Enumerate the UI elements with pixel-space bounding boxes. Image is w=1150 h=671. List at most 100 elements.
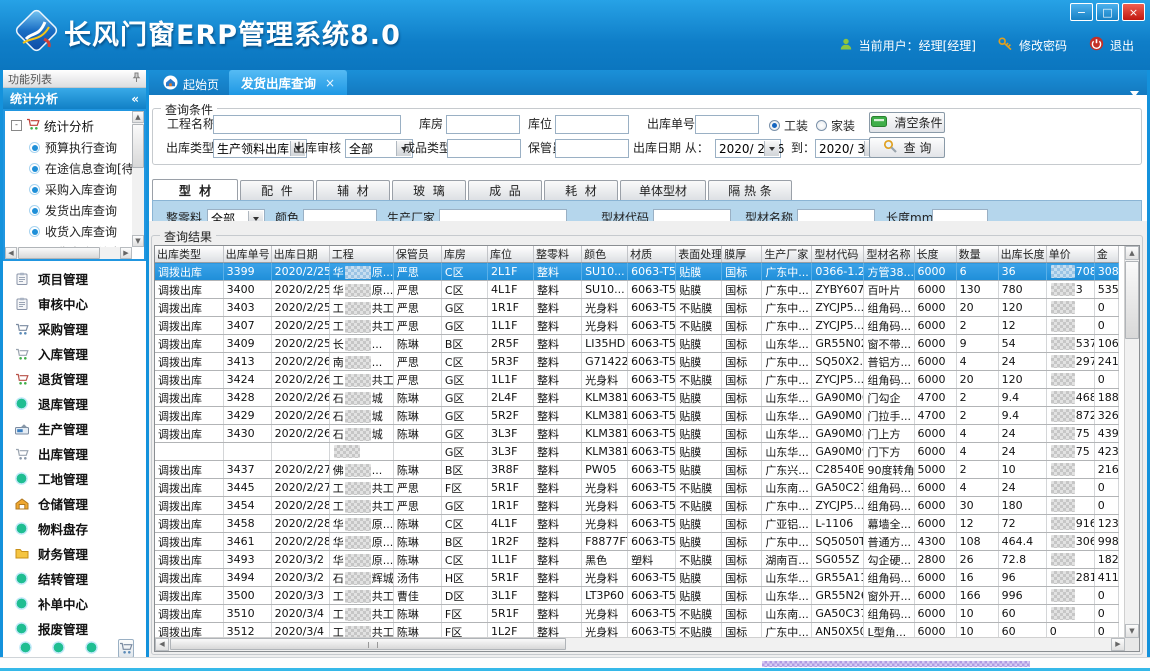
column-header[interactable]: 数量 bbox=[956, 246, 998, 263]
column-header[interactable]: 颜色 bbox=[582, 246, 628, 263]
tree-item[interactable]: 在途信息查询[待 bbox=[5, 158, 144, 179]
table-row[interactable]: 调拨出库34132020/2/26南...严思C区5R3F整料G71422606… bbox=[155, 353, 1119, 371]
clear-conditions-button[interactable]: 清空条件 bbox=[869, 112, 945, 133]
material-tab[interactable]: 成 品 bbox=[468, 180, 542, 200]
scroll-thumb[interactable] bbox=[132, 124, 144, 168]
table-row[interactable]: 调拨出库34932020/3/2华原...陈琳C区1L1F整料黑色塑料不贴膜国标… bbox=[155, 551, 1119, 569]
table-row[interactable]: 调拨出库34032020/2/25工共工程严思G区1R1F整料光身料6063-T… bbox=[155, 299, 1119, 317]
material-tab[interactable]: 隔 热 条 bbox=[708, 180, 792, 200]
module-item[interactable]: 报废管理 bbox=[3, 616, 146, 641]
table-row[interactable]: 调拨出库35102020/3/4工共工程陈琳F区5R1F整料光身料6063-T5… bbox=[155, 605, 1119, 623]
scroll-left-icon[interactable]: ◀ bbox=[155, 638, 169, 651]
table-row[interactable]: 调拨出库33992020/2/25华原...严思C区2L1F整料SU10...6… bbox=[155, 263, 1119, 281]
table-row[interactable]: 调拨出库34612020/2/28华原...陈琳B区1R2F整料F8877FT6… bbox=[155, 533, 1119, 551]
module-item[interactable]: 入库管理 bbox=[3, 341, 146, 366]
table-row[interactable]: 调拨出库34242020/2/26工共工程严思G区1L1F整料光身料6063-T… bbox=[155, 371, 1119, 389]
order-no-input[interactable] bbox=[695, 115, 759, 134]
product-type-input[interactable] bbox=[447, 139, 521, 158]
scroll-thumb[interactable] bbox=[1125, 261, 1139, 339]
column-header[interactable]: 出库长度 bbox=[998, 246, 1046, 263]
column-header[interactable]: 出库类型 bbox=[155, 246, 223, 263]
tab-close-icon[interactable]: × bbox=[325, 76, 335, 90]
material-tab[interactable]: 型 材 bbox=[152, 179, 238, 200]
dot-icon[interactable] bbox=[19, 639, 32, 658]
maximize-button[interactable]: □ bbox=[1096, 3, 1119, 21]
column-header[interactable]: 保管员 bbox=[393, 246, 441, 263]
module-item[interactable]: 出库管理 bbox=[3, 441, 146, 466]
material-tab[interactable]: 辅 材 bbox=[316, 180, 390, 200]
column-header[interactable]: 出库日期 bbox=[271, 246, 329, 263]
module-item[interactable]: 退库管理 bbox=[3, 391, 146, 416]
close-button[interactable]: × bbox=[1122, 3, 1145, 21]
column-header[interactable]: 生产厂家 bbox=[762, 246, 812, 263]
table-row[interactable]: 调拨出库34072020/2/25工共工程严思G区1L1F整料光身料6063-T… bbox=[155, 317, 1119, 335]
module-item[interactable]: 补单中心 bbox=[3, 591, 146, 616]
column-header[interactable]: 金 bbox=[1094, 246, 1118, 263]
table-horizontal-scrollbar[interactable]: ◀ ▶ bbox=[155, 637, 1125, 651]
column-header[interactable]: 库房 bbox=[441, 246, 487, 263]
table-row[interactable]: 调拨出库35002020/3/3工共工程曹佳D区3L1F整料LT3P606063… bbox=[155, 587, 1119, 605]
column-header[interactable]: 单价 bbox=[1046, 246, 1094, 263]
collapse-icon[interactable]: « bbox=[131, 92, 139, 106]
scroll-left-icon[interactable]: ◀ bbox=[5, 247, 17, 259]
scroll-up-icon[interactable]: ▲ bbox=[132, 111, 144, 123]
module-item[interactable]: 退货管理 bbox=[3, 366, 146, 391]
column-header[interactable]: 型材名称 bbox=[864, 246, 914, 263]
module-item[interactable]: 项目管理 bbox=[3, 266, 146, 291]
search-button[interactable]: 查 询 bbox=[869, 137, 945, 158]
module-item[interactable]: 审核中心 bbox=[3, 291, 146, 316]
column-header[interactable]: 材质 bbox=[628, 246, 676, 263]
tree-horizontal-scrollbar[interactable]: ◀ ▶ bbox=[5, 247, 132, 259]
scroll-right-icon[interactable]: ▶ bbox=[1111, 638, 1125, 651]
column-header[interactable]: 库位 bbox=[487, 246, 533, 263]
module-item[interactable]: 采购管理 bbox=[3, 316, 146, 341]
tree-root[interactable]: - 统计分析 bbox=[5, 111, 144, 137]
change-password-link[interactable]: 修改密码 bbox=[1019, 37, 1067, 54]
material-tab[interactable]: 耗 材 bbox=[544, 180, 618, 200]
column-header[interactable]: 出库单号 bbox=[223, 246, 271, 263]
table-row[interactable]: 调拨出库34092020/2/25长...陈琳B区2R5F整料LI35HD606… bbox=[155, 335, 1119, 353]
scroll-thumb[interactable] bbox=[170, 638, 566, 650]
table-row[interactable]: 调拨出库34582020/2/28华原...陈琳C区4L1F整料光身料6063-… bbox=[155, 515, 1119, 533]
radio-jiazhuang[interactable]: 家装 bbox=[816, 117, 855, 134]
minimize-button[interactable]: − bbox=[1070, 3, 1093, 21]
tree-expander-icon[interactable]: - bbox=[11, 120, 22, 131]
scroll-down-icon[interactable]: ▼ bbox=[1125, 624, 1139, 638]
column-header[interactable]: 表面处理 bbox=[676, 246, 722, 263]
column-header[interactable]: 膜厚 bbox=[722, 246, 762, 263]
module-item[interactable]: 结转管理 bbox=[3, 566, 146, 591]
material-tab[interactable]: 单体型材 bbox=[620, 180, 706, 200]
column-header[interactable]: 型材代码 bbox=[812, 246, 864, 263]
tab-shipment-query[interactable]: 发货出库查询 × bbox=[229, 70, 347, 95]
tab-home[interactable]: 起始页 bbox=[153, 73, 229, 95]
tree-item[interactable]: 预算执行查询 bbox=[5, 137, 144, 158]
column-header[interactable]: 整零料 bbox=[534, 246, 582, 263]
tree-item[interactable]: 采购入库查询 bbox=[5, 179, 144, 200]
module-item[interactable]: 财务管理 bbox=[3, 541, 146, 566]
table-row[interactable]: 调拨出库34282020/2/26石城陈琳G区2L4F整料KLM38176063… bbox=[155, 389, 1119, 407]
dot-icon[interactable] bbox=[85, 639, 98, 658]
dot-icon[interactable] bbox=[52, 639, 65, 658]
module-item[interactable]: 工地管理 bbox=[3, 466, 146, 491]
radio-gongzhuang[interactable]: 工装 bbox=[769, 117, 808, 134]
warehouse-input[interactable] bbox=[446, 115, 520, 134]
tree-item[interactable]: 发货出库查询 bbox=[5, 200, 144, 221]
scroll-down-icon[interactable]: ▼ bbox=[132, 235, 144, 247]
table-row[interactable]: 调拨出库34372020/2/27佛...陈琳B区3R8F整料PW056063-… bbox=[155, 461, 1119, 479]
table-row[interactable]: 调拨出库34542020/2/28工共工程严思G区1R1F整料光身料6063-T… bbox=[155, 497, 1119, 515]
table-row[interactable]: 调拨出库34002020/2/25华原...严思C区4L1F整料SU10...6… bbox=[155, 281, 1119, 299]
date-from-picker[interactable]: 2020/ 2/16 bbox=[715, 139, 781, 158]
scroll-right-icon[interactable]: ▶ bbox=[120, 247, 132, 259]
stats-section-header[interactable]: 统计分析 « bbox=[3, 88, 146, 109]
column-header[interactable]: 长度 bbox=[914, 246, 956, 263]
table-row[interactable]: G区3L3F整料KLM38176063-T5贴膜国标山东华...GA90M09.… bbox=[155, 443, 1119, 461]
keeper-input[interactable] bbox=[555, 139, 629, 158]
logout-link[interactable]: 退出 bbox=[1110, 37, 1134, 54]
material-tab[interactable]: 配 件 bbox=[240, 180, 314, 200]
module-item[interactable]: 物料盘存 bbox=[3, 516, 146, 541]
location-input[interactable] bbox=[555, 115, 629, 134]
scroll-up-icon[interactable]: ▲ bbox=[1125, 246, 1139, 260]
table-row[interactable]: 调拨出库34302020/2/26石城陈琳G区3L3F整料KLM38176063… bbox=[155, 425, 1119, 443]
material-tab[interactable]: 玻 璃 bbox=[392, 180, 466, 200]
pin-icon[interactable] bbox=[132, 72, 141, 86]
